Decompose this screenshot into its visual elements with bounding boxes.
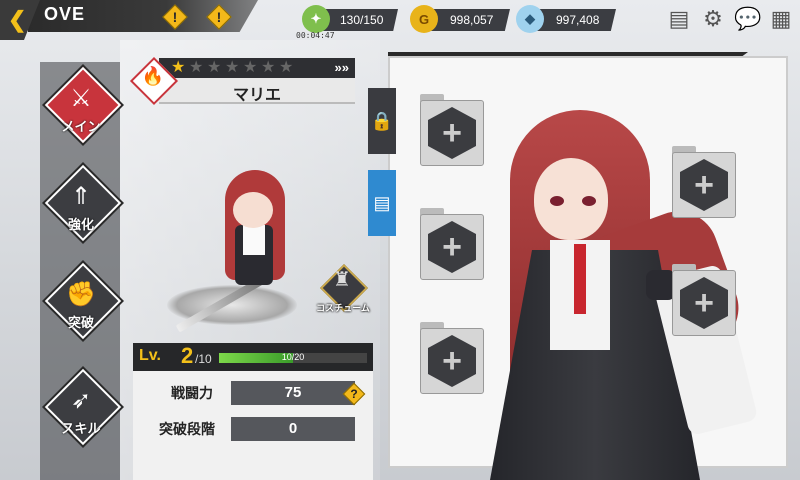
star-icon: ★ xyxy=(243,59,258,76)
chevron-right-icon: »» xyxy=(334,60,349,75)
lock-icon[interactable]: 🔒 xyxy=(368,88,396,154)
character-header: ★ ★ ★ ★ ★ ★ ★ »» マリエ 🔥 xyxy=(129,56,355,108)
breakthrough-icon: ✊ xyxy=(66,281,96,308)
gem-value: 997,408 xyxy=(556,13,600,27)
equipment-slot[interactable]: + xyxy=(672,264,736,336)
notice-icon[interactable]: ▤ xyxy=(666,6,692,32)
gold-value: 998,057 xyxy=(450,13,494,27)
nav-label: メイン xyxy=(61,119,101,134)
star-rating: ★ ★ ★ ★ ★ ★ ★ »» xyxy=(159,58,355,78)
star-icon: ★ xyxy=(189,59,204,76)
warning-icon[interactable]: ! xyxy=(162,4,188,30)
stamina-value: 130/150 xyxy=(340,13,384,27)
stamina-icon: ✦ xyxy=(302,5,330,33)
portrait-eye xyxy=(582,196,596,206)
chibi-shirt xyxy=(243,225,265,255)
grid-menu-icon[interactable]: ▦ xyxy=(768,6,794,32)
costume-button[interactable]: ♜ コスチューム xyxy=(316,263,370,313)
star-icon: ★ xyxy=(225,59,240,76)
nav-item-main[interactable]: ⚔ メイン xyxy=(44,66,122,144)
star-icon: ★ xyxy=(207,59,222,76)
breakthrough-value: 0 xyxy=(231,417,355,441)
page-title: OVE xyxy=(44,4,86,24)
gear-icon[interactable]: ⚙ xyxy=(700,6,726,32)
side-tabs: 🔒 ▤ xyxy=(368,88,396,248)
costume-icon: ♜ xyxy=(333,269,351,291)
equipment-slot[interactable]: + xyxy=(672,146,736,218)
warning-icon[interactable]: ! xyxy=(206,4,232,30)
stat-panel: 戦闘力 75 ? 突破段階 0 xyxy=(133,371,373,480)
level-label: Lv. xyxy=(139,347,161,364)
portrait-tie xyxy=(574,244,586,314)
document-icon[interactable]: ▤ xyxy=(368,170,396,236)
portrait-eye xyxy=(550,196,564,206)
xp-text: 10/20 xyxy=(281,352,305,362)
level-bar: Lv. 2 /10 10/20 xyxy=(133,343,373,371)
main-icon: ⚔ xyxy=(70,85,92,112)
nav-label: 突破 xyxy=(67,315,94,330)
star-icon: ★ xyxy=(279,59,294,76)
level-max: /10 xyxy=(195,352,212,366)
chibi-face xyxy=(233,192,273,228)
chat-icon[interactable]: 💬 xyxy=(734,6,761,32)
nav-label: スキル xyxy=(61,421,101,436)
breakthrough-label: 突破段階 xyxy=(159,421,215,437)
stamina-counter: 130/150 xyxy=(318,9,398,31)
star-icon: ★ xyxy=(261,59,276,76)
name-bar: マリエ xyxy=(159,78,355,104)
help-icon[interactable]: ? xyxy=(342,382,366,406)
gold-icon: G xyxy=(410,5,438,33)
top-bar: ❮ OVE ! ! 130/150 ✦ 00:04:47 998,057 G 9… xyxy=(0,0,800,40)
xp-bar: 10/20 xyxy=(219,352,367,363)
portrait-face xyxy=(534,158,608,240)
level-value: 2 xyxy=(181,343,194,368)
fire-icon: 🔥 xyxy=(141,66,165,86)
nav-item-upgrade[interactable]: ⇑ 強化 xyxy=(44,164,122,242)
power-value: 75 xyxy=(231,381,355,405)
nav-item-breakthrough[interactable]: ✊ 突破 xyxy=(44,262,122,340)
star-icon: ★ xyxy=(171,59,186,76)
back-icon: ❮ xyxy=(8,7,27,32)
character-name: マリエ xyxy=(232,87,281,104)
stamina-timer: 00:04:47 xyxy=(296,31,335,40)
gem-icon: ◆ xyxy=(516,5,544,33)
power-label: 戦闘力 xyxy=(171,385,213,401)
nav-item-skill[interactable]: ➶ スキル xyxy=(44,368,122,446)
nav-label: 強化 xyxy=(67,217,94,232)
character-stage: ♜ コスチューム xyxy=(133,110,371,345)
skill-icon: ➶ xyxy=(70,387,92,414)
upgrade-icon: ⇑ xyxy=(70,183,92,210)
costume-label: コスチューム xyxy=(316,303,370,313)
